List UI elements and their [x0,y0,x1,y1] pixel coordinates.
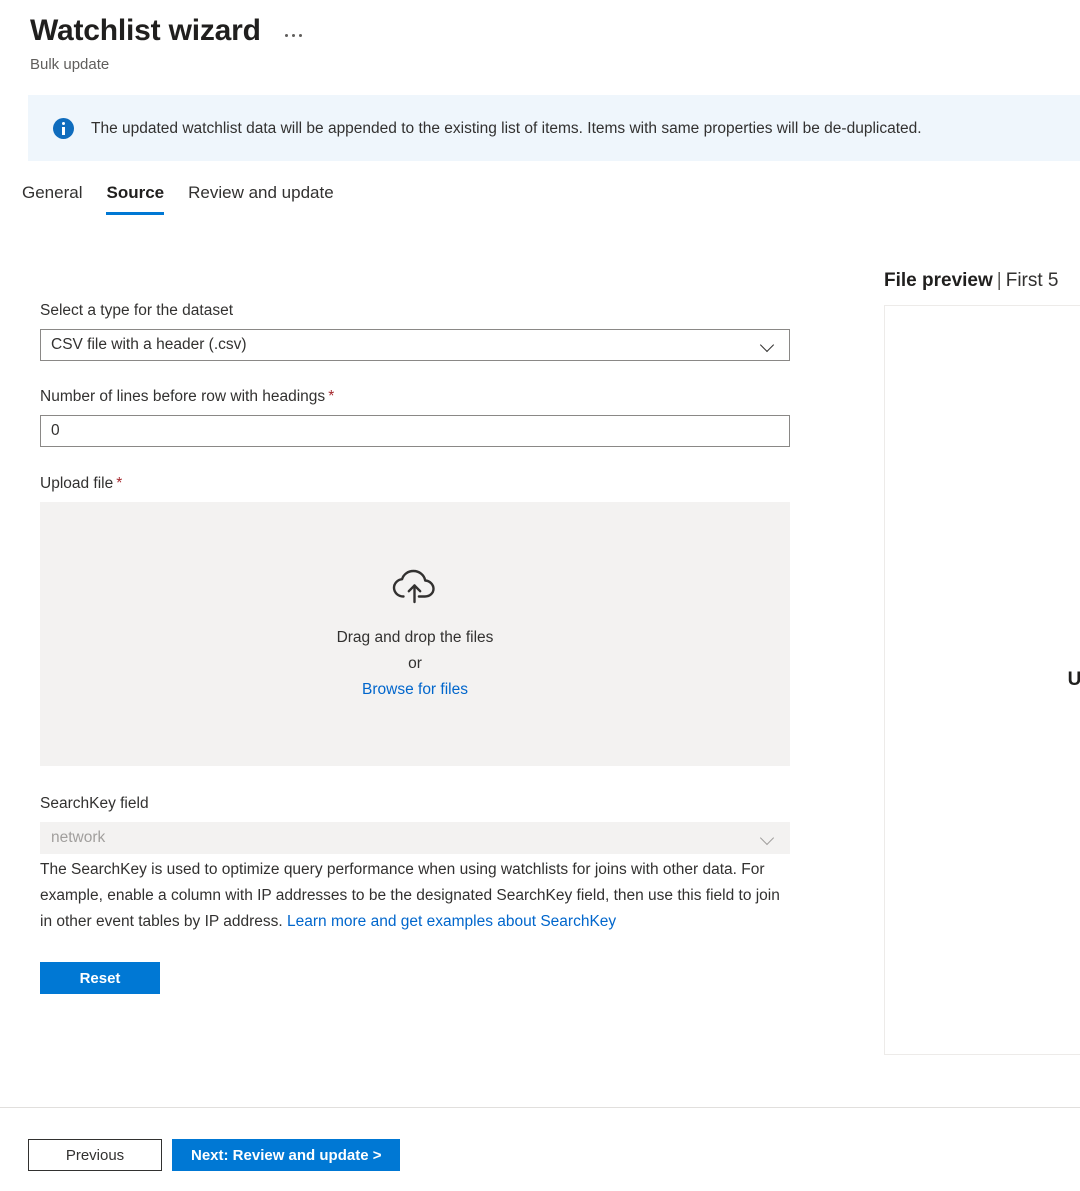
lines-before-headings-label: Number of lines before row with headings… [40,386,790,408]
search-key-learn-more-link[interactable]: Learn more and get examples about Search… [287,913,616,930]
lines-before-headings-input[interactable]: 0 [40,415,790,447]
file-preview-body: Uploa [884,305,1080,1055]
lines-before-headings-value: 0 [51,422,60,440]
more-options-icon[interactable] [283,30,304,41]
search-key-placeholder: network [51,829,761,847]
label-text: Number of lines before row with headings [40,388,325,405]
wizard-tabs: General Source Review and update [0,178,1080,215]
info-banner-message: The updated watchlist data will be appen… [91,118,922,139]
page-subtitle: Bulk update [0,50,1080,75]
dropzone-or-text: or [408,651,422,677]
footer-divider [0,1107,1080,1108]
reset-button[interactable]: Reset [40,962,160,994]
dropzone-drag-text: Drag and drop the files [337,625,494,651]
next-review-and-update-button[interactable]: Next: Review and update > [172,1139,400,1171]
tab-review-and-update[interactable]: Review and update [176,178,346,215]
file-preview-panel: File preview|First 5 Uploa [884,268,1080,1055]
dataset-type-label: Select a type for the dataset [40,300,790,322]
search-key-label: SearchKey field [40,793,790,815]
file-preview-empty-text: Uploa [1068,669,1080,691]
source-form: Select a type for the dataset CSV file w… [40,300,790,994]
search-key-field: SearchKey field network The SearchKey is… [40,793,790,935]
file-preview-separator: | [997,270,1002,291]
upload-file-label: Upload file* [40,473,790,495]
lines-before-headings-field: Number of lines before row with headings… [40,386,790,447]
required-marker: * [116,475,122,492]
search-key-help-text: The SearchKey is used to optimize query … [40,857,782,935]
dataset-type-value: CSV file with a header (.csv) [51,336,761,354]
file-preview-header: File preview|First 5 [884,268,1080,294]
file-dropzone[interactable]: Drag and drop the files or Browse for fi… [40,502,790,766]
upload-file-field: Upload file* Drag and drop the files or … [40,473,790,766]
title-row: Watchlist wizard [0,0,1080,50]
required-marker: * [328,388,334,405]
dot [285,34,288,37]
label-text: Upload file [40,475,113,492]
previous-button[interactable]: Previous [28,1139,162,1171]
chevron-down-icon [761,338,775,352]
file-preview-title: File preview [884,270,993,291]
search-key-select[interactable]: network [40,822,790,854]
tab-source[interactable]: Source [94,178,176,215]
file-preview-subtitle: First 5 [1006,270,1059,291]
dot [292,34,295,37]
tab-general[interactable]: General [10,178,94,215]
cloud-upload-icon [391,566,439,611]
dataset-type-select[interactable]: CSV file with a header (.csv) [40,329,790,361]
page-title: Watchlist wizard [30,12,261,50]
page-header: Watchlist wizard Bulk update [0,0,1080,75]
info-banner: The updated watchlist data will be appen… [28,95,1080,161]
chevron-down-icon [761,831,775,845]
info-icon [53,118,74,139]
browse-for-files-link[interactable]: Browse for files [362,677,468,703]
dataset-type-field: Select a type for the dataset CSV file w… [40,300,790,361]
dot [299,34,302,37]
wizard-footer: Previous Next: Review and update > [28,1139,400,1171]
